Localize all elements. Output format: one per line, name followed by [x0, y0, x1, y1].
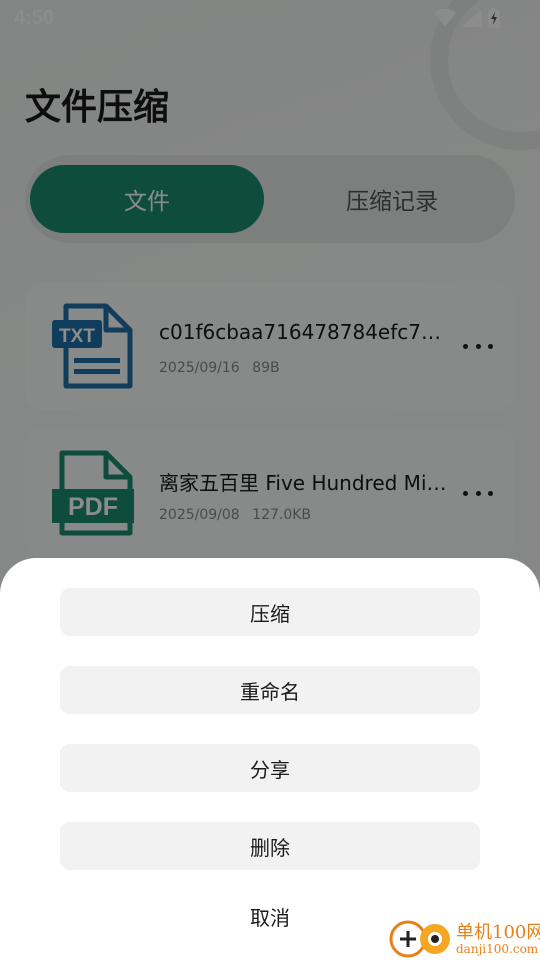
- compress-button[interactable]: 压缩: [60, 588, 480, 636]
- watermark-logo-icon: [389, 920, 450, 958]
- action-sheet: 压缩 重命名 分享 删除 取消: [0, 558, 540, 960]
- app-screen: 4:50 文件压缩 文件 压缩记录 TXT c01f6cbaa716478784…: [0, 0, 540, 960]
- watermark-url: danji100.com: [456, 942, 539, 956]
- share-button[interactable]: 分享: [60, 744, 480, 792]
- rename-button[interactable]: 重命名: [60, 666, 480, 714]
- watermark-name: 单机100网: [456, 922, 540, 943]
- delete-button[interactable]: 删除: [60, 822, 480, 870]
- watermark: 单机100网 danji100.com: [388, 914, 540, 960]
